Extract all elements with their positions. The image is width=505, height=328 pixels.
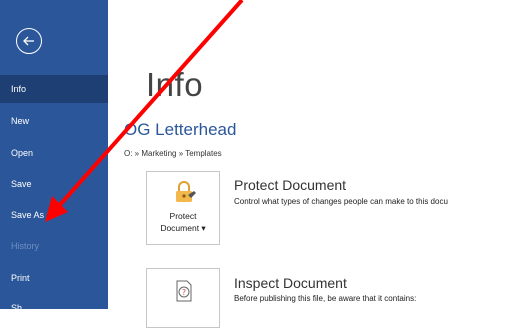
svg-text:?: ?: [182, 288, 186, 297]
sidebar-item-save-as[interactable]: Save As: [0, 201, 108, 229]
protect-document-heading: Protect Document: [234, 177, 347, 193]
breadcrumb[interactable]: O: » Marketing » Templates: [124, 149, 222, 158]
back-arrow-icon: [23, 36, 34, 46]
protect-button-label-line2: Document ▾: [160, 223, 206, 233]
sidebar-item-new[interactable]: New: [0, 107, 108, 135]
back-button[interactable]: [16, 28, 42, 54]
protect-button-label-line1: Protect: [169, 211, 197, 221]
protect-document-description: Control what types of changes people can…: [234, 197, 448, 206]
sidebar-item-info[interactable]: Info: [0, 75, 108, 103]
sidebar-item-open[interactable]: Open: [0, 139, 108, 167]
sidebar-item-save[interactable]: Save: [0, 170, 108, 198]
check-for-issues-button[interactable]: ?: [146, 268, 220, 328]
backstage-sidebar: Info New Open Save Save As History Print…: [0, 0, 108, 313]
protect-document-button[interactable]: Protect Document ▾: [146, 171, 220, 245]
sidebar-item-print[interactable]: Print: [0, 264, 108, 292]
sidebar-item-share[interactable]: Sh: [0, 294, 108, 322]
page-title: Info: [146, 66, 204, 103]
inspect-document-heading: Inspect Document: [234, 275, 347, 291]
inspect-document-icon: ?: [176, 280, 192, 302]
document-title: OG Letterhead: [124, 120, 237, 139]
info-pane: Info OG Letterhead O: » Marketing » Temp…: [108, 0, 505, 328]
sidebar-item-history: History: [11, 241, 40, 251]
inspect-document-description: Before publishing this file, be aware th…: [234, 294, 417, 303]
lock-icon: [176, 181, 196, 202]
